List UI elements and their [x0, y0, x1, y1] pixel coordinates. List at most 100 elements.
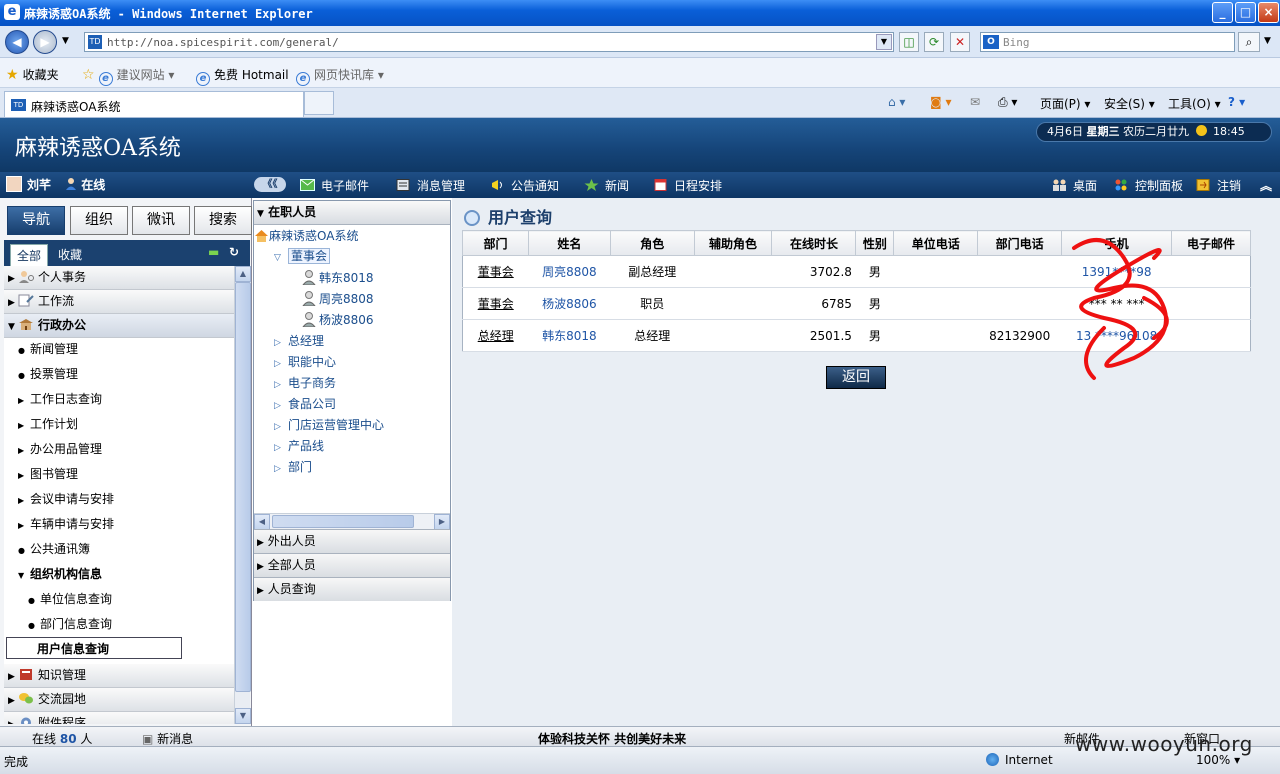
nav-notices[interactable]: 公告通知 [490, 177, 559, 194]
tree-node-board[interactable]: ▽ 董事会 [274, 247, 331, 264]
mail-icon[interactable]: ✉ [970, 95, 980, 109]
hscroll-thumb[interactable] [272, 515, 414, 528]
back-button[interactable]: 返回 [826, 366, 886, 389]
address-dropdown-icon[interactable]: ▼ [876, 34, 892, 50]
address-input[interactable]: TD http://noa.spicespirit.com/general/ ▼ [84, 32, 894, 52]
new-message-link[interactable]: ▣ 新消息 [142, 730, 193, 747]
menu-admin[interactable]: ▼ 行政办公 [4, 314, 234, 338]
menu-item-addressbook[interactable]: ● 公共通讯簿 [18, 538, 234, 560]
tab-navigation[interactable]: 导航 [7, 206, 65, 235]
address-url[interactable]: http://noa.spicespirit.com/general/ [107, 36, 339, 49]
tools-menu[interactable]: 工具(O) ▾ [1168, 95, 1221, 112]
refresh-icon[interactable]: ⟳ [924, 32, 944, 52]
tree-header[interactable]: ▼ 在职人员 [254, 201, 450, 225]
menu-item-worklog[interactable]: ▶ 工作日志查询 [18, 388, 234, 410]
user-name-link[interactable]: 周亮8808 [542, 265, 597, 279]
minus-icon[interactable]: ▬ [208, 246, 220, 258]
menu-item-org-info[interactable]: ▼ 组织机构信息 [18, 563, 234, 585]
nav-email[interactable]: 电子邮件 [300, 177, 369, 194]
tree-node-dept[interactable]: ▷ 部门 [274, 458, 312, 475]
menu-scrollbar[interactable]: ▲ ▼ [234, 266, 251, 724]
scroll-down-icon[interactable]: ▼ [235, 708, 251, 724]
subtab-all[interactable]: 全部 [10, 244, 49, 266]
menu-item-workplan[interactable]: ▶ 工作计划 [18, 413, 234, 435]
menu-item-meeting[interactable]: ▶ 会议申请与安排 [18, 488, 234, 510]
menu-knowledge[interactable]: ▶ 知识管理 [4, 664, 234, 688]
print-icon[interactable]: ⎙ ▾ [998, 95, 1017, 110]
user-name-link[interactable]: 杨波8806 [542, 297, 597, 311]
menu-attach[interactable]: ▶ 附件程序 [4, 712, 234, 724]
close-window-button[interactable]: × [1258, 2, 1279, 23]
menu-item-vote[interactable]: ● 投票管理 [18, 363, 234, 385]
tree-node-dept[interactable]: ▷ 产品线 [274, 437, 324, 454]
collapse-panel-button[interactable]: 《《 [254, 177, 286, 192]
user-name-link[interactable]: 韩东8018 [542, 329, 597, 343]
cell-name[interactable]: 韩东8018 [528, 319, 611, 352]
refresh-menu-icon[interactable]: ↻ [229, 246, 241, 258]
safety-menu[interactable]: 安全(S) ▾ [1104, 95, 1155, 112]
favorites-button[interactable]: ★ 收藏夹 [6, 66, 59, 83]
scroll-thumb[interactable] [235, 282, 251, 692]
search-options-icon[interactable]: ▼ [1264, 36, 1271, 46]
tree-section-all[interactable]: ▶ 全部人员 [254, 553, 450, 577]
tab-microinfo[interactable]: 微讯 [132, 206, 190, 235]
nav-desktop[interactable]: 桌面 [1052, 177, 1097, 194]
tree-section-out[interactable]: ▶ 外出人员 [254, 529, 450, 553]
page-menu[interactable]: 页面(P) ▾ [1040, 95, 1090, 112]
browser-tab-active[interactable]: TD 麻辣诱惑OA系统 [4, 91, 304, 117]
menu-item-unit-info[interactable]: ● 单位信息查询 [28, 588, 234, 610]
web-slice-link[interactable]: e 网页快讯库 ▾ [296, 66, 384, 86]
tree-section-query[interactable]: ▶ 人员查询 [254, 577, 450, 601]
scroll-right-icon[interactable]: ▶ [434, 514, 450, 530]
collapse-header-icon[interactable]: ︽ [1260, 177, 1272, 194]
menu-item-user-info[interactable]: 用户信息查询 [6, 637, 182, 659]
tree-member[interactable]: 韩东8018 [302, 269, 374, 286]
tree-member[interactable]: 周亮8808 [302, 290, 374, 307]
scroll-up-icon[interactable]: ▲ [235, 266, 251, 282]
forward-nav-button[interactable]: ▶ [33, 30, 57, 54]
cell-dept[interactable]: 总经理 [462, 319, 529, 352]
current-user[interactable]: 刘芊 在线 [6, 176, 105, 193]
menu-personal[interactable]: ▶ 个人事务 [4, 266, 234, 290]
dept-link[interactable]: 董事会 [478, 265, 514, 279]
rss-icon[interactable]: ◙ ▾ [930, 95, 951, 109]
nav-messages[interactable]: 消息管理 [396, 177, 465, 194]
tree-node-dept[interactable]: ▷ 总经理 [274, 332, 324, 349]
cell-name[interactable]: 周亮8808 [528, 255, 611, 288]
back-nav-button[interactable]: ◀ [5, 30, 29, 54]
nav-news[interactable]: 新闻 [584, 177, 629, 194]
tree-node-dept[interactable]: ▷ 门店运营管理中心 [274, 416, 384, 433]
scroll-left-icon[interactable]: ◀ [254, 514, 270, 530]
subtab-favorites[interactable]: 收藏 [52, 244, 88, 266]
nav-control-panel[interactable]: 控制面板 [1114, 177, 1183, 194]
menu-exchange[interactable]: ▶ 交流园地 [4, 688, 234, 712]
compat-view-icon[interactable]: ◫ [899, 32, 919, 52]
new-tab-button[interactable] [304, 91, 334, 115]
search-icon[interactable]: ⌕ [1238, 32, 1260, 52]
tree-hscrollbar[interactable]: ◀ ▶ [254, 513, 450, 530]
tab-search[interactable]: 搜索 [194, 206, 252, 235]
cell-name[interactable]: 杨波8806 [528, 287, 611, 320]
cell-dept[interactable]: 董事会 [462, 287, 529, 320]
help-icon[interactable]: ? ▾ [1228, 95, 1245, 109]
hotmail-link[interactable]: e 免费 Hotmail [196, 66, 289, 86]
tree-member[interactable]: 杨波8806 [302, 311, 374, 328]
dept-link[interactable]: 总经理 [478, 329, 514, 343]
nav-logout[interactable]: 注销 [1196, 177, 1241, 194]
maximize-button[interactable]: □ [1235, 2, 1256, 23]
menu-item-dept-info[interactable]: ● 部门信息查询 [28, 613, 234, 635]
search-input[interactable]: O Bing [980, 32, 1235, 52]
history-dropdown-icon[interactable]: ▼ [62, 36, 69, 46]
tree-node-dept[interactable]: ▷ 食品公司 [274, 395, 336, 412]
dept-link[interactable]: 董事会 [478, 297, 514, 311]
menu-item-vehicle[interactable]: ▶ 车辆申请与安排 [18, 513, 234, 535]
suggested-sites-link[interactable]: ☆ e 建议网站 ▾ [82, 66, 174, 86]
online-count[interactable]: 在线 80 人 [32, 730, 92, 747]
nav-schedule[interactable]: 日程安排 [653, 177, 722, 194]
cell-dept[interactable]: 董事会 [462, 255, 529, 288]
tree-root[interactable]: 麻辣诱惑OA系统 [254, 227, 358, 244]
menu-item-news[interactable]: ● 新闻管理 [18, 338, 234, 360]
minimize-button[interactable]: _ [1212, 2, 1233, 23]
menu-item-supplies[interactable]: ▶ 办公用品管理 [18, 438, 234, 460]
tree-node-dept[interactable]: ▷ 职能中心 [274, 353, 336, 370]
